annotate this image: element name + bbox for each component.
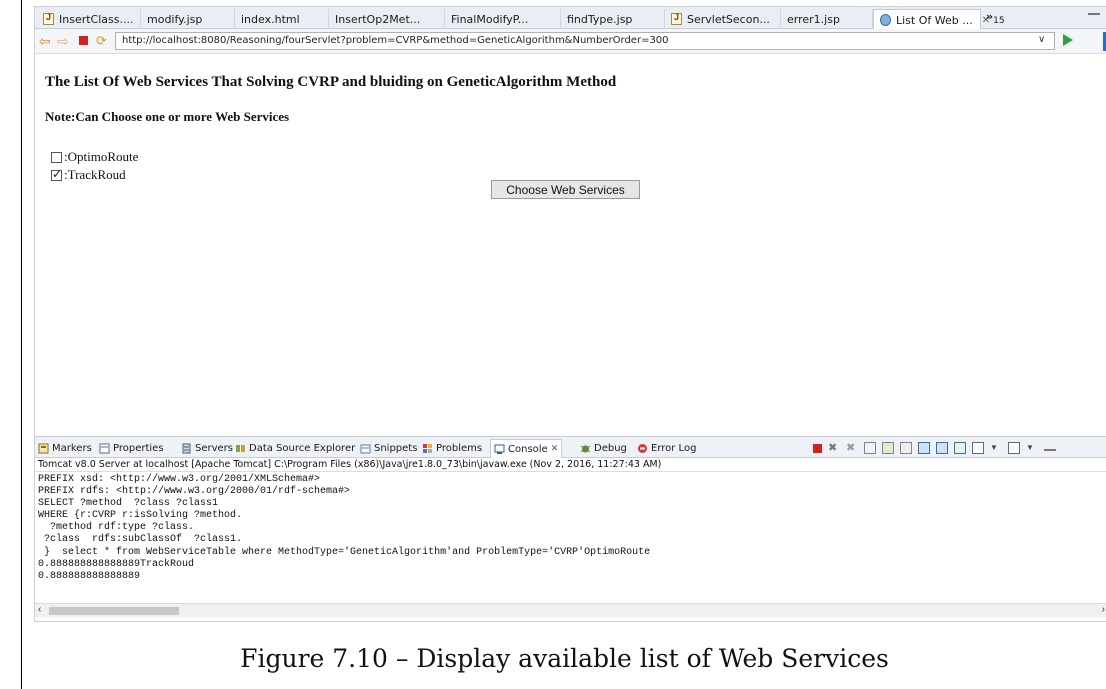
error-log-icon xyxy=(638,444,647,453)
java-file-icon xyxy=(671,12,682,25)
display-console-icon[interactable] xyxy=(972,442,984,454)
tab-data-source-explorer[interactable]: Data Source Explorer xyxy=(235,440,355,457)
console-line: ?method rdf:type ?class. xyxy=(38,522,195,534)
console-toolbar: ✖ ✖ ▼ ▼ xyxy=(813,442,1056,454)
console-line: PREFIX rdfs: <http://www.w3.org/2000/01/… xyxy=(38,486,351,498)
globe-icon xyxy=(880,14,891,26)
snippets-icon xyxy=(360,444,371,454)
minimize-icon[interactable] xyxy=(1044,445,1056,451)
tab-findtype-jsp[interactable]: findType.jsp xyxy=(561,9,1106,438)
console-line: SELECT ?method ?class ?class1 xyxy=(38,498,219,510)
tab-finalmodifyp[interactable]: FinalModifyP... xyxy=(445,9,1106,438)
stop-icon[interactable] xyxy=(79,36,88,45)
word-wrap-icon[interactable] xyxy=(900,442,912,454)
back-arrow-icon[interactable]: ⇦ xyxy=(39,34,51,48)
minimize-icon[interactable] xyxy=(1088,9,1100,15)
view-tab-bar: Markers Properties Servers Data Source E… xyxy=(35,436,1106,458)
terminate-icon[interactable] xyxy=(813,443,822,453)
checkbox[interactable] xyxy=(51,167,62,181)
chevron-down-icon[interactable]: ▼ xyxy=(1026,442,1038,454)
figure-frame: InsertClass.... modify.jsp index.html In… xyxy=(21,0,1106,689)
show-on-error-icon[interactable] xyxy=(936,442,948,454)
browser-toolbar: ⇦ ⇨ ⟳ http://localhost:8080/Reasoning/fo… xyxy=(35,29,1106,54)
console-icon xyxy=(494,444,505,454)
web-page: The List Of Web Services That Solving CV… xyxy=(35,54,1106,436)
tab-problems[interactable]: Problems xyxy=(422,440,482,457)
close-icon[interactable]: ✕ xyxy=(551,444,559,454)
servers-icon xyxy=(182,443,191,454)
eclipse-window: InsertClass.... modify.jsp index.html In… xyxy=(34,6,1106,622)
tab-markers[interactable]: Markers xyxy=(38,440,92,457)
editor-tab-bar: InsertClass.... modify.jsp index.html In… xyxy=(35,7,1106,438)
chevron-down-icon[interactable]: ▼ xyxy=(990,442,1002,454)
console-line: 0.888888888888889TrackRoud xyxy=(38,558,195,570)
tab-insertop2met[interactable]: InsertOp2Met... xyxy=(329,9,1106,438)
tab-servers[interactable]: Servers xyxy=(181,440,233,457)
tab-servletsecon[interactable]: ServletSecon... xyxy=(665,9,781,29)
tab-console[interactable]: Console ✕ xyxy=(490,439,563,458)
markers-icon xyxy=(38,443,49,454)
url-bar[interactable]: http://localhost:8080/Reasoning/fourServ… xyxy=(115,32,1055,50)
problems-icon xyxy=(423,444,432,453)
choose-web-services-button[interactable]: Choose Web Services xyxy=(491,180,640,199)
remove-all-icon[interactable]: ✖ xyxy=(846,442,858,454)
tab-errer1-jsp[interactable]: errer1.jsp xyxy=(781,9,1106,438)
figure-caption: Figure 7.10 – Display available list of … xyxy=(240,644,889,673)
tab-list-of-web[interactable]: List Of Web ... ✕ xyxy=(873,9,990,30)
option-optimoroute[interactable]: :OptimoRoute xyxy=(51,149,138,165)
tab-error-log[interactable]: Error Log xyxy=(637,440,696,457)
chevron-down-icon[interactable]: ∨ xyxy=(1038,34,1045,45)
console-line: ?class rdfs:subClassOf ?class1. xyxy=(38,534,243,546)
go-icon[interactable] xyxy=(1063,34,1073,46)
scroll-lock-icon[interactable] xyxy=(882,442,894,454)
java-file-icon xyxy=(43,12,54,25)
console-line: PREFIX xsd: <http://www.w3.org/2001/XMLS… xyxy=(38,474,321,485)
scrollbar-thumb[interactable] xyxy=(49,607,179,615)
tabs-overflow-button[interactable]: »15 xyxy=(986,10,1005,26)
clear-console-icon[interactable] xyxy=(864,442,876,454)
horizontal-scrollbar[interactable]: ‹ › xyxy=(35,603,1106,617)
refresh-icon[interactable]: ⟳ xyxy=(96,34,107,48)
data-source-icon xyxy=(236,445,245,452)
console-title: Tomcat v8.0 Server at localhost [Apache … xyxy=(35,458,1106,472)
properties-icon xyxy=(99,443,110,454)
console-line: } select * from WebServiceTable where Me… xyxy=(38,546,651,558)
tab-debug[interactable]: Debug xyxy=(580,440,627,457)
tab-modify-jsp[interactable]: modify.jsp xyxy=(141,9,1106,438)
checkbox[interactable] xyxy=(51,151,62,163)
tab-snippets[interactable]: Snippets xyxy=(360,440,417,457)
scroll-left-icon[interactable]: ‹ xyxy=(38,604,41,615)
show-on-output-icon[interactable] xyxy=(918,442,930,454)
option-trackroud[interactable]: :TrackRoud xyxy=(51,167,126,183)
console-line: WHERE {r:CVRP r:isSolving ?method. xyxy=(38,510,243,522)
remove-launch-icon[interactable]: ✖ xyxy=(828,442,840,454)
pin-console-icon[interactable] xyxy=(954,442,966,454)
page-note: Note:Can Choose one or more Web Services xyxy=(45,109,290,124)
tab-insertclass[interactable]: InsertClass.... xyxy=(37,9,141,29)
forward-arrow-icon[interactable]: ⇨ xyxy=(57,34,69,48)
console-output[interactable]: PREFIX xsd: <http://www.w3.org/2001/XMLS… xyxy=(35,473,1106,603)
scroll-right-icon[interactable]: › xyxy=(1102,604,1105,615)
console-line: 0.888888888888889 xyxy=(38,570,141,582)
debug-icon xyxy=(580,445,591,453)
tab-properties[interactable]: Properties xyxy=(99,440,164,457)
page-title: The List Of Web Services That Solving CV… xyxy=(45,74,617,90)
open-console-icon[interactable] xyxy=(1008,442,1020,454)
tab-index-html[interactable]: index.html xyxy=(235,9,1106,438)
